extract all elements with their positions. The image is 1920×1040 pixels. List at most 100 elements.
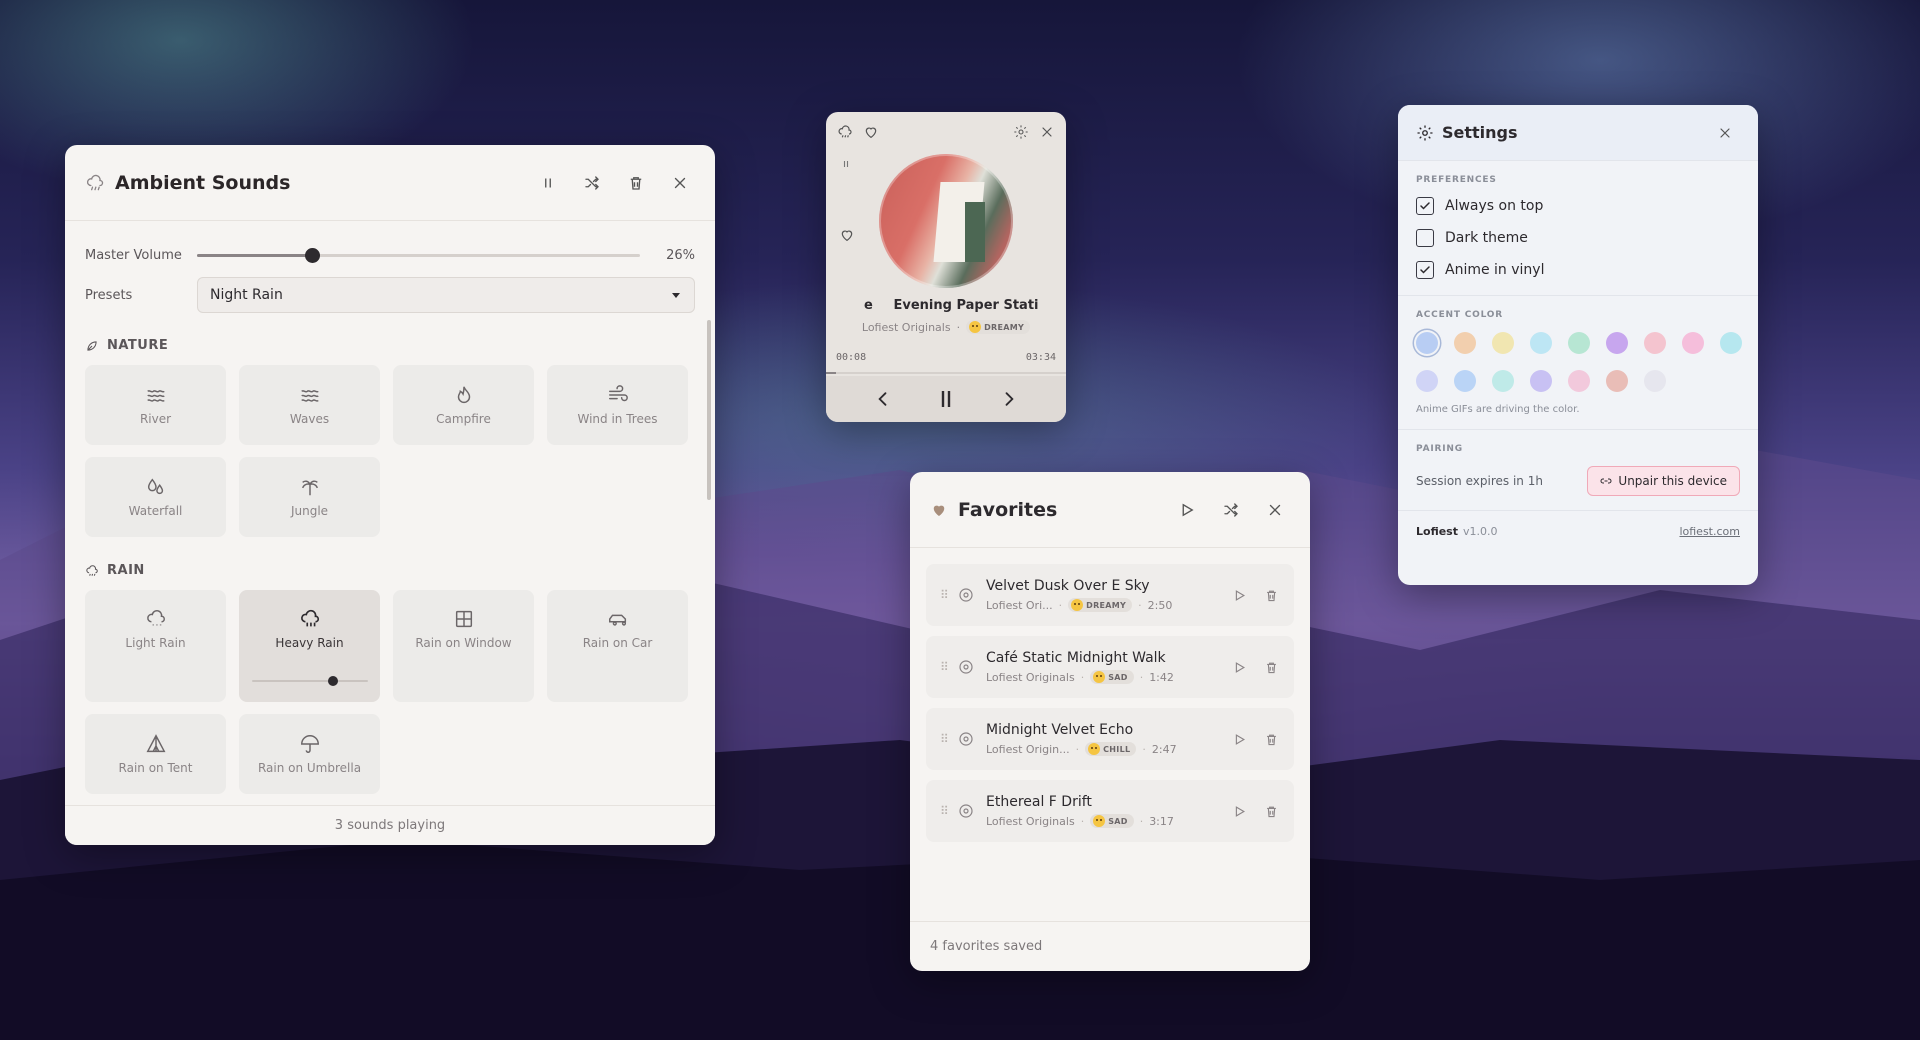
accent-swatch[interactable] (1492, 332, 1514, 354)
accent-note: Anime GIFs are driving the color. (1416, 404, 1580, 415)
favorites-toggle-button[interactable] (858, 119, 884, 145)
accent-color-section: ACCENT COLOR Anime GIFs are driving the … (1398, 296, 1758, 430)
drag-handle-icon[interactable]: ⠿ (940, 804, 958, 818)
delete-favorite-button[interactable] (1258, 726, 1284, 752)
sound-tile-campfire[interactable]: Campfire (393, 365, 534, 445)
unpair-button[interactable]: Unpair this device (1587, 466, 1740, 496)
sound-tile-heavy-rain[interactable]: Heavy Rain (239, 590, 380, 702)
accent-swatch[interactable] (1530, 370, 1552, 392)
heavy-rain-volume-slider[interactable] (251, 676, 368, 686)
play-favorite-button[interactable] (1226, 582, 1252, 608)
accent-swatch[interactable] (1492, 370, 1514, 392)
mood-label: DREAMY (984, 322, 1025, 332)
play-favorite-button[interactable] (1226, 726, 1252, 752)
sound-tile-light-rain[interactable]: Light Rain (85, 590, 226, 702)
sound-tile-waves[interactable]: Waves (239, 365, 380, 445)
pause-all-button[interactable] (533, 168, 563, 198)
accent-swatch[interactable] (1644, 370, 1666, 392)
ambient-footer: 3 sounds playing (65, 805, 715, 845)
close-player-button[interactable] (1034, 119, 1060, 145)
delete-favorite-button[interactable] (1258, 798, 1284, 824)
accent-swatch[interactable] (1568, 370, 1590, 392)
master-volume-knob[interactable] (305, 247, 321, 263)
accent-swatch[interactable] (1454, 332, 1476, 354)
settings-button[interactable] (1008, 119, 1034, 145)
preference-toggle[interactable]: Dark theme (1416, 229, 1740, 247)
delete-favorite-button[interactable] (1258, 654, 1284, 680)
accent-swatch[interactable] (1530, 332, 1552, 354)
brand-name: Lofiest (1416, 524, 1458, 538)
sounds-scrollbar[interactable] (707, 320, 711, 500)
separator-dot: · (1058, 598, 1063, 612)
next-button[interactable] (994, 384, 1024, 414)
accent-swatch[interactable] (1568, 332, 1590, 354)
sound-tile-wind-in-trees[interactable]: Wind in Trees (547, 365, 688, 445)
play-favorite-button[interactable] (1226, 654, 1252, 680)
accent-swatch[interactable] (1682, 332, 1704, 354)
sound-tile-rain-on-window[interactable]: Rain on Window (393, 590, 534, 702)
drag-handle-icon[interactable]: ⠿ (940, 660, 958, 674)
favorite-meta: Lofiest Origin... · CHILL · 2:47 (986, 742, 1226, 756)
preferences-list: Always on top Dark theme Anime in vinyl (1416, 197, 1740, 279)
favorite-duration: 2:50 (1147, 598, 1173, 612)
checkbox-checked-icon[interactable] (1416, 261, 1434, 279)
shuffle-favorites-button[interactable] (1216, 495, 1246, 525)
sound-tile-waterfall[interactable]: Waterfall (85, 457, 226, 537)
preference-toggle[interactable]: Always on top (1416, 197, 1740, 215)
mood-badge: DREAMY (966, 320, 1031, 334)
mood-badge: CHILL (1085, 742, 1137, 756)
ambient-toggle-button[interactable] (832, 119, 858, 145)
track-artist: Lofiest Originals (861, 320, 951, 334)
favorite-actions (1226, 798, 1284, 824)
favorite-item[interactable]: ⠿ Midnight Velvet Echo Lofiest Origin...… (926, 708, 1294, 770)
shuffle-button[interactable] (577, 168, 607, 198)
checkbox-checked-icon[interactable] (1416, 197, 1434, 215)
clear-all-button[interactable] (621, 168, 651, 198)
link-icon (1600, 475, 1612, 487)
pairing-row: Session expires in 1h Unpair this device (1416, 466, 1740, 496)
track-title-fragment: e (864, 298, 873, 313)
drag-handle-icon[interactable]: ⠿ (940, 588, 958, 602)
accent-swatch[interactable] (1720, 332, 1742, 354)
sound-tile-rain-on-umbrella[interactable]: Rain on Umbrella (239, 714, 380, 794)
accent-swatch[interactable] (1606, 370, 1628, 392)
heavy-rain-volume-knob[interactable] (327, 676, 338, 686)
sound-tile-rain-on-tent[interactable]: Rain on Tent (85, 714, 226, 794)
previous-button[interactable] (868, 384, 898, 414)
mini-pause-button[interactable] (836, 154, 856, 174)
checkbox-empty-icon[interactable] (1416, 229, 1434, 247)
favorite-item[interactable]: ⠿ Velvet Dusk Over E Sky Lofiest Ori... … (926, 564, 1294, 626)
accent-swatch[interactable] (1644, 332, 1666, 354)
favorite-item[interactable]: ⠿ Café Static Midnight Walk Lofiest Orig… (926, 636, 1294, 698)
track-title-marquee: e Evening Paper Stati (826, 298, 1066, 313)
play-favorite-button[interactable] (1226, 798, 1252, 824)
accent-swatch[interactable] (1416, 370, 1438, 392)
close-settings-button[interactable] (1710, 118, 1740, 148)
sound-label: Light Rain (125, 636, 186, 650)
drag-handle-icon[interactable]: ⠿ (940, 732, 958, 746)
favorite-item[interactable]: ⠿ Ethereal F Drift Lofiest Originals · S… (926, 780, 1294, 842)
sound-tile-rain-on-car[interactable]: Rain on Car (547, 590, 688, 702)
favorite-actions (1226, 654, 1284, 680)
play-all-button[interactable] (1172, 495, 1202, 525)
master-volume-slider[interactable] (197, 247, 641, 263)
like-track-button[interactable] (836, 224, 858, 246)
preference-toggle[interactable]: Anime in vinyl (1416, 261, 1740, 279)
progress-bar[interactable] (826, 372, 1066, 374)
preference-label: Anime in vinyl (1445, 262, 1545, 278)
delete-favorite-button[interactable] (1258, 582, 1284, 608)
close-favorites-button[interactable] (1260, 495, 1290, 525)
website-link[interactable]: lofiest.com (1679, 525, 1740, 538)
favorites-list: ⠿ Velvet Dusk Over E Sky Lofiest Ori... … (910, 548, 1310, 842)
sound-label: Rain on Tent (118, 761, 193, 775)
accent-swatch[interactable] (1416, 332, 1438, 354)
accent-swatch[interactable] (1454, 370, 1476, 392)
play-pause-button[interactable] (931, 384, 961, 414)
close-ambient-button[interactable] (665, 168, 695, 198)
sound-tile-river[interactable]: River (85, 365, 226, 445)
favorite-title: Midnight Velvet Echo (986, 722, 1134, 738)
accent-swatch[interactable] (1606, 332, 1628, 354)
master-volume-label: Master Volume (85, 247, 182, 263)
presets-dropdown[interactable]: Night Rain (197, 277, 695, 313)
sound-tile-jungle[interactable]: Jungle (239, 457, 380, 537)
